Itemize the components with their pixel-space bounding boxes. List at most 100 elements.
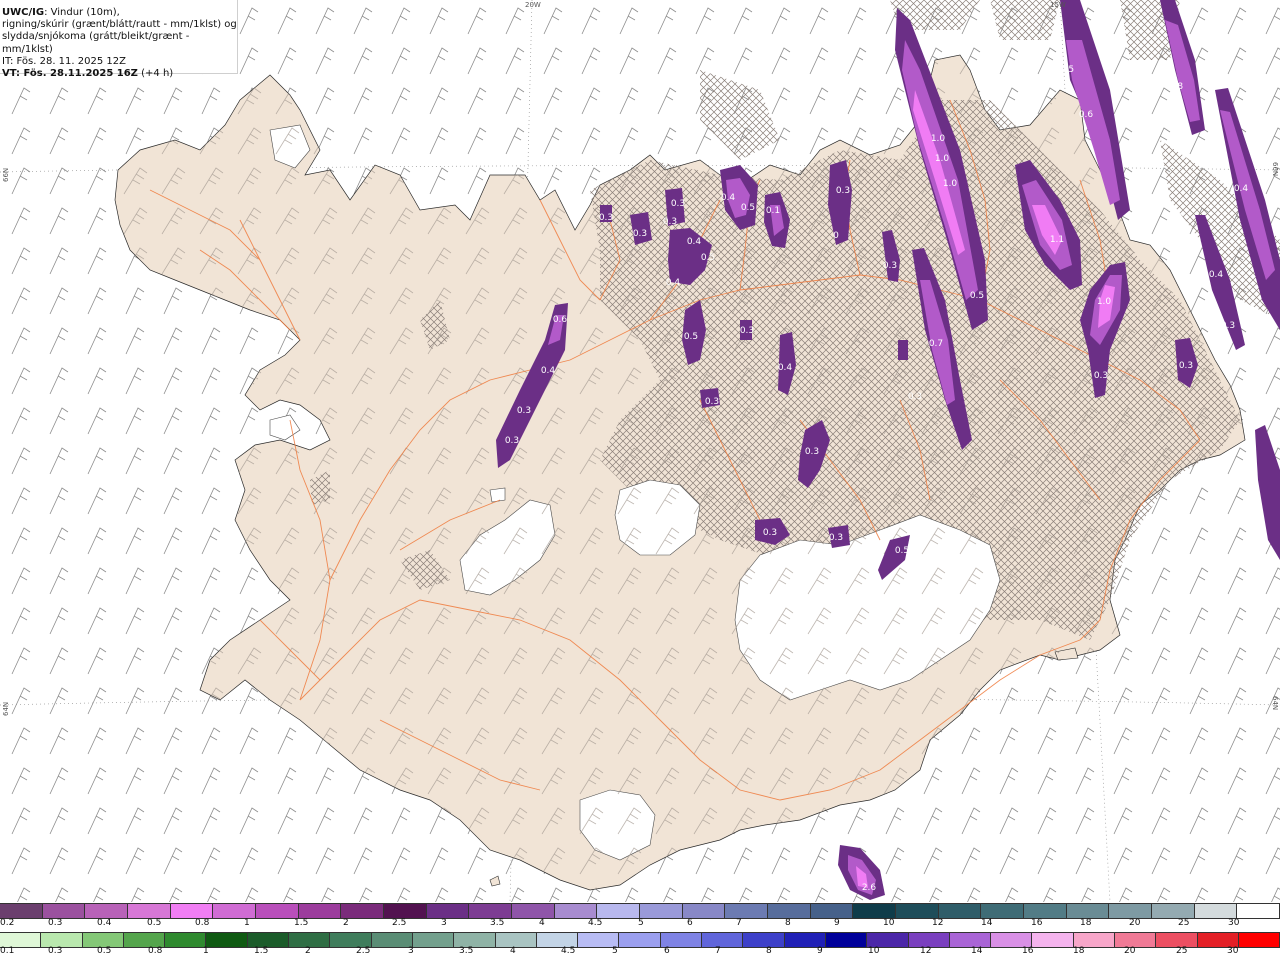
colorbar-cell bbox=[725, 904, 769, 918]
precip-value-label: 1.0 bbox=[931, 134, 946, 144]
colorbar-label: 2.5 bbox=[356, 946, 371, 956]
colorbar-cell bbox=[660, 933, 703, 947]
colorbar-cell bbox=[206, 933, 248, 947]
colorbar-cell bbox=[0, 904, 43, 918]
title-line-3: slydda/snjókoma (grátt/bleikt/grænt - mm… bbox=[2, 31, 190, 55]
lat-label-66n-right: 66N bbox=[1271, 162, 1279, 177]
colorbar-label: 6 bbox=[664, 946, 670, 956]
lat-label-64n-right: 64N bbox=[1271, 696, 1279, 711]
colorbar-label: 1 bbox=[203, 946, 209, 956]
colorbar-cell bbox=[0, 933, 42, 947]
init-time: IT: Fös. 28. 11. 2025 12Z bbox=[2, 55, 126, 67]
colorbar-label: 30 bbox=[1228, 918, 1240, 928]
colorbar-label: 0.2 bbox=[0, 918, 15, 928]
colorbar-cell bbox=[1066, 904, 1110, 918]
colorbar-cell bbox=[1109, 904, 1153, 918]
lon-label-15w: 15W bbox=[1050, 1, 1066, 9]
colorbar-cell bbox=[896, 904, 939, 918]
colorbar-cell bbox=[908, 933, 950, 947]
colorbar-cell bbox=[412, 933, 455, 947]
colorbar-label: 7 bbox=[715, 946, 721, 956]
colorbar-label: 25 bbox=[1178, 918, 1190, 928]
colorbar-cell bbox=[682, 904, 726, 918]
precip-value-label: 0.3 bbox=[517, 406, 531, 416]
map-canvas: 0.3 0.3 0.3 0.4 0.5 0.1 0.3 0.4 0.5 0.4 0.5 0.3 0.6 0… bbox=[0, 0, 1280, 902]
valid-time-line: VT: Fös. 28.11.2025 16Z (+4 h) bbox=[2, 68, 237, 80]
colorbar-cell bbox=[867, 933, 909, 947]
colorbar-cell bbox=[743, 933, 785, 947]
precip-value-label: 0.3 bbox=[805, 447, 819, 457]
colorbar-cell bbox=[981, 904, 1025, 918]
precip-value-label: 0.4 bbox=[778, 363, 793, 373]
colorbar-cell bbox=[784, 933, 826, 947]
colorbar-cell bbox=[213, 904, 257, 918]
colorbar-cell bbox=[426, 904, 470, 918]
precip-value-label: 1.1 bbox=[1050, 235, 1064, 245]
colorbar-cell bbox=[128, 904, 171, 918]
colorbar-label: 3.5 bbox=[459, 946, 474, 956]
precip-value-label: 0.3 bbox=[740, 326, 754, 336]
precip-value-label: 0.7 bbox=[929, 339, 943, 349]
colorbar-label: 4.5 bbox=[561, 946, 576, 956]
colorbar-cell bbox=[1024, 904, 1067, 918]
colorbar-cell bbox=[938, 904, 982, 918]
precip-value-label: 2.6 bbox=[862, 883, 877, 893]
colorbar-label: 2 bbox=[305, 946, 311, 956]
colorbar-cell bbox=[1073, 933, 1116, 947]
colorbar-label: 5 bbox=[612, 946, 618, 956]
precip-value-label: 0.4 bbox=[666, 278, 681, 288]
precip-value-label: 1.0 bbox=[943, 179, 958, 189]
precip-value-label: 0.5 bbox=[684, 332, 698, 342]
colorbar-label: 18 bbox=[1080, 918, 1092, 928]
colorbar-cell bbox=[42, 904, 86, 918]
colorbar-label: 8 bbox=[766, 946, 772, 956]
colorbar-cell bbox=[1115, 933, 1157, 947]
map-area: 0.3 0.3 0.3 0.4 0.5 0.1 0.3 0.4 0.5 0.4 0.5 0.3 0.6 0… bbox=[0, 0, 1280, 902]
colorbar-label: 9 bbox=[834, 918, 840, 928]
precip-value-label: 0.3 bbox=[1179, 361, 1193, 371]
precip-value-label: 0.4 bbox=[687, 237, 702, 247]
colorbar-label: 14 bbox=[971, 946, 983, 956]
precip-value-label: 0 bbox=[833, 231, 839, 241]
precip-value-label: 0.6 bbox=[1079, 110, 1094, 120]
precip-value-label: 0.3 bbox=[505, 436, 519, 446]
colorbar-label: 12 bbox=[932, 918, 944, 928]
colorbar-cell bbox=[85, 904, 129, 918]
colorbar-label: 16 bbox=[1031, 918, 1043, 928]
precip-value-label: 0.4 bbox=[1234, 184, 1249, 194]
precip-value-label: 0.5 bbox=[741, 203, 755, 213]
precip-value-label: 0.3 bbox=[671, 199, 685, 209]
precip-value-label: 0.5 bbox=[895, 546, 909, 556]
precip-value-label: 0.3 bbox=[1221, 321, 1235, 331]
colorbar-cell bbox=[256, 904, 299, 918]
colorbar-label: 12 bbox=[920, 946, 932, 956]
lead-time: (+4 h) bbox=[137, 68, 174, 80]
title-line-2: rigning/skúrir (grænt/blátt/rautt - mm/1… bbox=[2, 19, 237, 31]
precip-value-label: 0.6 bbox=[553, 315, 568, 325]
colorbar-cell bbox=[853, 904, 897, 918]
colorbar-label: 8 bbox=[785, 918, 791, 928]
valid-time: VT: Fös. 28.11.2025 16Z bbox=[2, 68, 138, 80]
lat-label-64n-left: 64N bbox=[2, 701, 10, 716]
colorbar-label: 4 bbox=[510, 946, 516, 956]
precip-value-label: 1.0 bbox=[935, 154, 950, 164]
colorbar-cell bbox=[41, 933, 83, 947]
colorbar-label: 0.5 bbox=[147, 918, 162, 928]
colorbar-cell bbox=[247, 933, 290, 947]
colorbar-cell bbox=[170, 904, 214, 918]
colorbar-label: 20 bbox=[1124, 946, 1136, 956]
colorbar-cell bbox=[949, 933, 992, 947]
colorbar-cell bbox=[619, 933, 661, 947]
colorbar-cell bbox=[554, 904, 598, 918]
colorbar-label: 6 bbox=[687, 918, 693, 928]
colorbar-label: 10 bbox=[868, 946, 880, 956]
colorbar-cell bbox=[1156, 933, 1198, 947]
precip-value-label: 0.5 bbox=[701, 253, 715, 263]
precip-value-label: 0.3 bbox=[829, 533, 843, 543]
colorbar-label: 0.3 bbox=[48, 946, 63, 956]
snow-colorbar-labels: 0.2 0.3 0.4 0.5 0.8 1 1.5 2 2.5 3 3.5 4 4.5 5 6 7 8 9 10 12… bbox=[0, 918, 1280, 931]
colorbar-label: 5 bbox=[638, 918, 644, 928]
colorbar-cell bbox=[454, 933, 496, 947]
colorbar-cell bbox=[1197, 933, 1239, 947]
colorbar-cell bbox=[512, 904, 555, 918]
